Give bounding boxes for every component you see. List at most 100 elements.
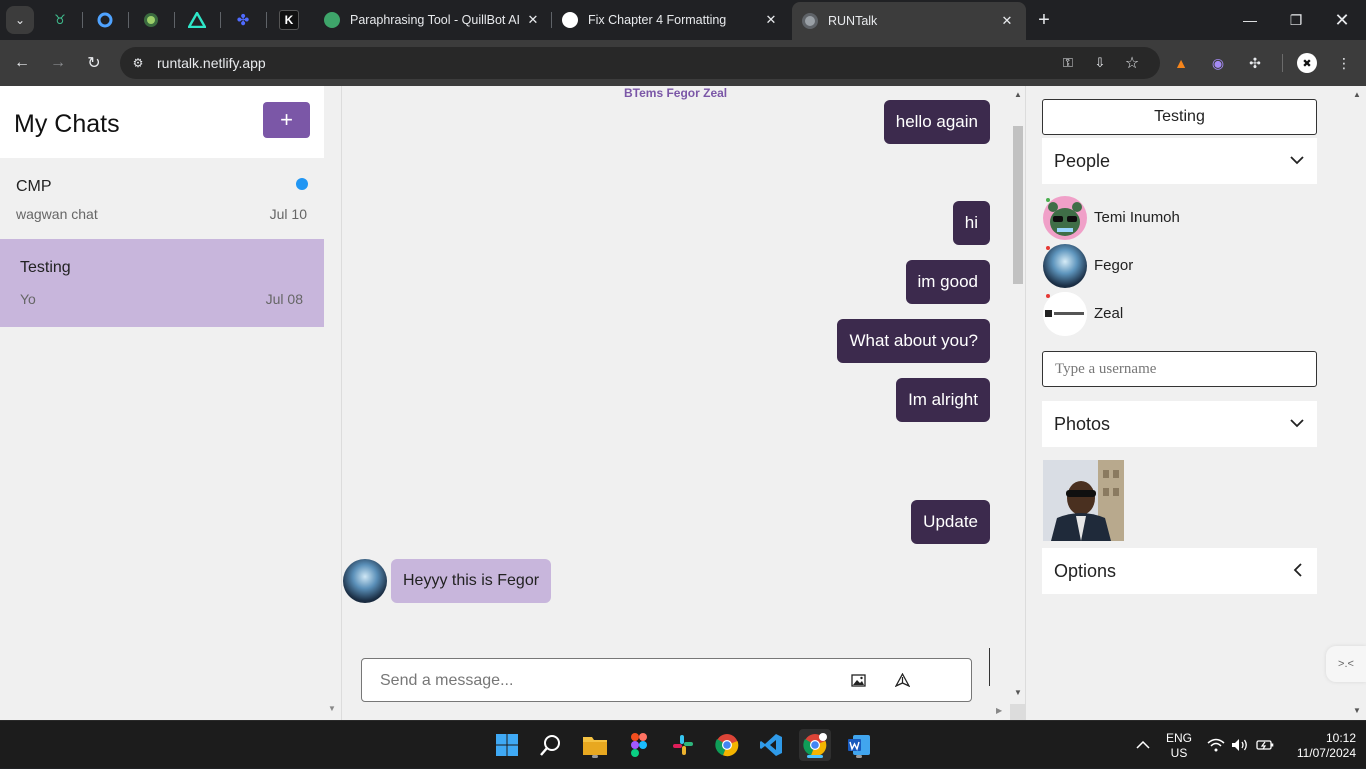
avatar xyxy=(1043,292,1087,336)
word-icon[interactable] xyxy=(843,729,875,761)
chrome-profile-icon[interactable] xyxy=(799,729,831,761)
chat-scrollbar[interactable] xyxy=(1010,86,1026,720)
tab-chatgpt[interactable]: Fix Chapter 4 Formatting ✕ xyxy=(552,4,790,36)
address-bar[interactable]: ⚙ runtalk.netlify.app ⚿ ⇩ ☆ xyxy=(120,47,1160,79)
clock-date: 11/07/2024 xyxy=(1296,746,1356,760)
pinned-tab-k-icon[interactable]: K xyxy=(279,10,299,30)
scrollbar-thumb[interactable] xyxy=(1013,126,1023,284)
message-bubble-in: Heyyy this is Fegor xyxy=(391,559,552,603)
chrome-icon[interactable] xyxy=(711,729,743,761)
volume-icon[interactable] xyxy=(1231,721,1249,769)
chat-list-header: My Chats + xyxy=(0,86,324,158)
tab-quillbot[interactable]: Paraphrasing Tool - QuillBot AI ✕ xyxy=(314,4,552,36)
message-bubble-out: hello again xyxy=(883,100,990,144)
tab-separator xyxy=(174,12,175,28)
person-row[interactable]: Temi Inumoh xyxy=(1043,196,1303,242)
password-key-icon[interactable]: ⚿ xyxy=(1057,53,1079,73)
username-input[interactable] xyxy=(1042,351,1317,387)
chat-details-panel: Testing People Temi Inumoh Fegor Zeal Ty… xyxy=(1025,86,1366,720)
minimize-icon[interactable]: — xyxy=(1238,8,1262,32)
restore-icon[interactable]: ❐ xyxy=(1284,8,1308,32)
scroll-down-arrow[interactable]: ▼ xyxy=(1014,688,1022,697)
close-tab-icon[interactable]: ✕ xyxy=(998,13,1016,29)
person-row[interactable]: Fegor xyxy=(1043,244,1303,290)
tab-title: Paraphrasing Tool - QuillBot AI xyxy=(350,13,521,27)
send-icon[interactable] xyxy=(893,671,911,689)
message-bubble-out: What about you? xyxy=(837,319,990,363)
profile-avatar[interactable]: ✖ xyxy=(1297,53,1317,73)
ai-extension-icon[interactable]: ◉ xyxy=(1207,52,1229,74)
pinned-tab-globe-icon[interactable] xyxy=(141,10,161,30)
language-code: ENG xyxy=(1165,731,1192,745)
forward-icon[interactable]: → xyxy=(46,51,70,75)
add-chat-button[interactable]: + xyxy=(263,102,310,138)
runtalk-page: My Chats + CMP wagwan chat Jul 10 Testin… xyxy=(0,86,1366,720)
vscode-icon[interactable] xyxy=(755,729,787,761)
pinned-tab-triangle-icon[interactable] xyxy=(187,10,207,30)
browser-toolbar: ← → ↻ ⚙ runtalk.netlify.app ⚿ ⇩ ☆ ▲ ◉ ✣ … xyxy=(0,40,1366,86)
chevron-down-icon xyxy=(1287,413,1307,433)
photos-section-toggle[interactable]: Photos xyxy=(1042,401,1317,447)
hidden-icons-chevron-icon[interactable] xyxy=(1136,721,1150,769)
chat-list-item-testing[interactable]: Testing Yo Jul 08 xyxy=(0,239,324,327)
avatar xyxy=(1043,244,1087,288)
options-label: Options xyxy=(1054,561,1117,581)
scroll-down-arrow[interactable]: ▼ xyxy=(1353,706,1361,715)
wifi-icon[interactable] xyxy=(1207,721,1225,769)
pinned-tab-bull-icon[interactable]: ♉ xyxy=(50,10,70,30)
chat-list-item-cmp[interactable]: CMP wagwan chat Jul 10 xyxy=(0,158,324,238)
quillbot-icon xyxy=(324,12,340,28)
figma-icon[interactable] xyxy=(623,729,655,761)
message-composer xyxy=(361,658,972,702)
tab-search-icon[interactable]: ⌄ xyxy=(6,6,34,34)
attach-image-icon[interactable] xyxy=(849,671,867,689)
running-indicator xyxy=(856,755,862,758)
unread-dot xyxy=(296,178,308,190)
scroll-right-arrow[interactable]: ▶ xyxy=(996,706,1002,715)
close-window-icon[interactable]: ✕ xyxy=(1330,8,1354,32)
new-tab-button[interactable]: + xyxy=(1032,8,1056,32)
windows-taskbar: ENG US 10:12 11/07/2024 xyxy=(0,720,1366,768)
battery-icon[interactable] xyxy=(1256,721,1274,769)
tab-runtalk[interactable]: RUNTalk ✕ xyxy=(792,2,1026,40)
close-tab-icon[interactable]: ✕ xyxy=(524,12,542,28)
photos-label: Photos xyxy=(1054,414,1111,434)
install-app-icon[interactable]: ⇩ xyxy=(1089,53,1111,73)
side-widget-icon[interactable]: >.< xyxy=(1326,646,1366,682)
address-url[interactable]: runtalk.netlify.app xyxy=(157,55,266,71)
running-indicator xyxy=(592,755,598,758)
scroll-up-arrow[interactable]: ▲ xyxy=(1353,90,1361,99)
start-windows-icon[interactable] xyxy=(491,729,523,761)
scroll-down-arrow[interactable]: ▼ xyxy=(328,704,336,713)
extensions-puzzle-icon[interactable]: ✣ xyxy=(1244,52,1266,74)
message-input[interactable] xyxy=(380,669,820,693)
back-icon[interactable]: ← xyxy=(10,51,34,75)
message-bubble-out: Im alright xyxy=(896,378,990,422)
slack-icon[interactable] xyxy=(667,729,699,761)
chevron-left-icon xyxy=(1287,560,1307,580)
person-name: Temi Inumoh xyxy=(1094,209,1180,226)
person-row[interactable]: Zeal xyxy=(1043,292,1303,338)
metamask-extension-icon[interactable]: ▲ xyxy=(1170,52,1192,74)
online-status-dot xyxy=(1046,198,1050,202)
system-clock[interactable]: 10:12 11/07/2024 xyxy=(1282,731,1356,761)
pinned-tab-puzzle-icon[interactable]: ✤ xyxy=(233,10,253,30)
scroll-up-arrow[interactable]: ▲ xyxy=(1014,90,1022,99)
chrome-menu-icon[interactable]: ⋮ xyxy=(1333,52,1355,74)
tab-separator xyxy=(128,12,129,28)
pinned-tab-ring-icon[interactable] xyxy=(95,10,115,30)
scrollbar-corner xyxy=(1010,704,1026,720)
file-explorer-icon[interactable] xyxy=(579,729,611,761)
chat-title-field[interactable]: Testing xyxy=(1042,99,1317,135)
people-section-toggle[interactable]: People xyxy=(1042,138,1317,184)
search-icon[interactable] xyxy=(535,729,567,761)
close-tab-icon[interactable]: ✕ xyxy=(762,12,780,28)
site-info-icon[interactable]: ⚙ xyxy=(128,53,148,73)
options-section-toggle[interactable]: Options xyxy=(1042,548,1317,594)
sender-avatar xyxy=(343,559,387,603)
bookmark-star-icon[interactable]: ☆ xyxy=(1121,53,1143,73)
person-name: Fegor xyxy=(1094,257,1134,274)
photo-thumbnail[interactable] xyxy=(1043,460,1124,541)
language-indicator[interactable]: ENG US xyxy=(1164,731,1194,761)
reload-icon[interactable]: ↻ xyxy=(82,51,106,75)
